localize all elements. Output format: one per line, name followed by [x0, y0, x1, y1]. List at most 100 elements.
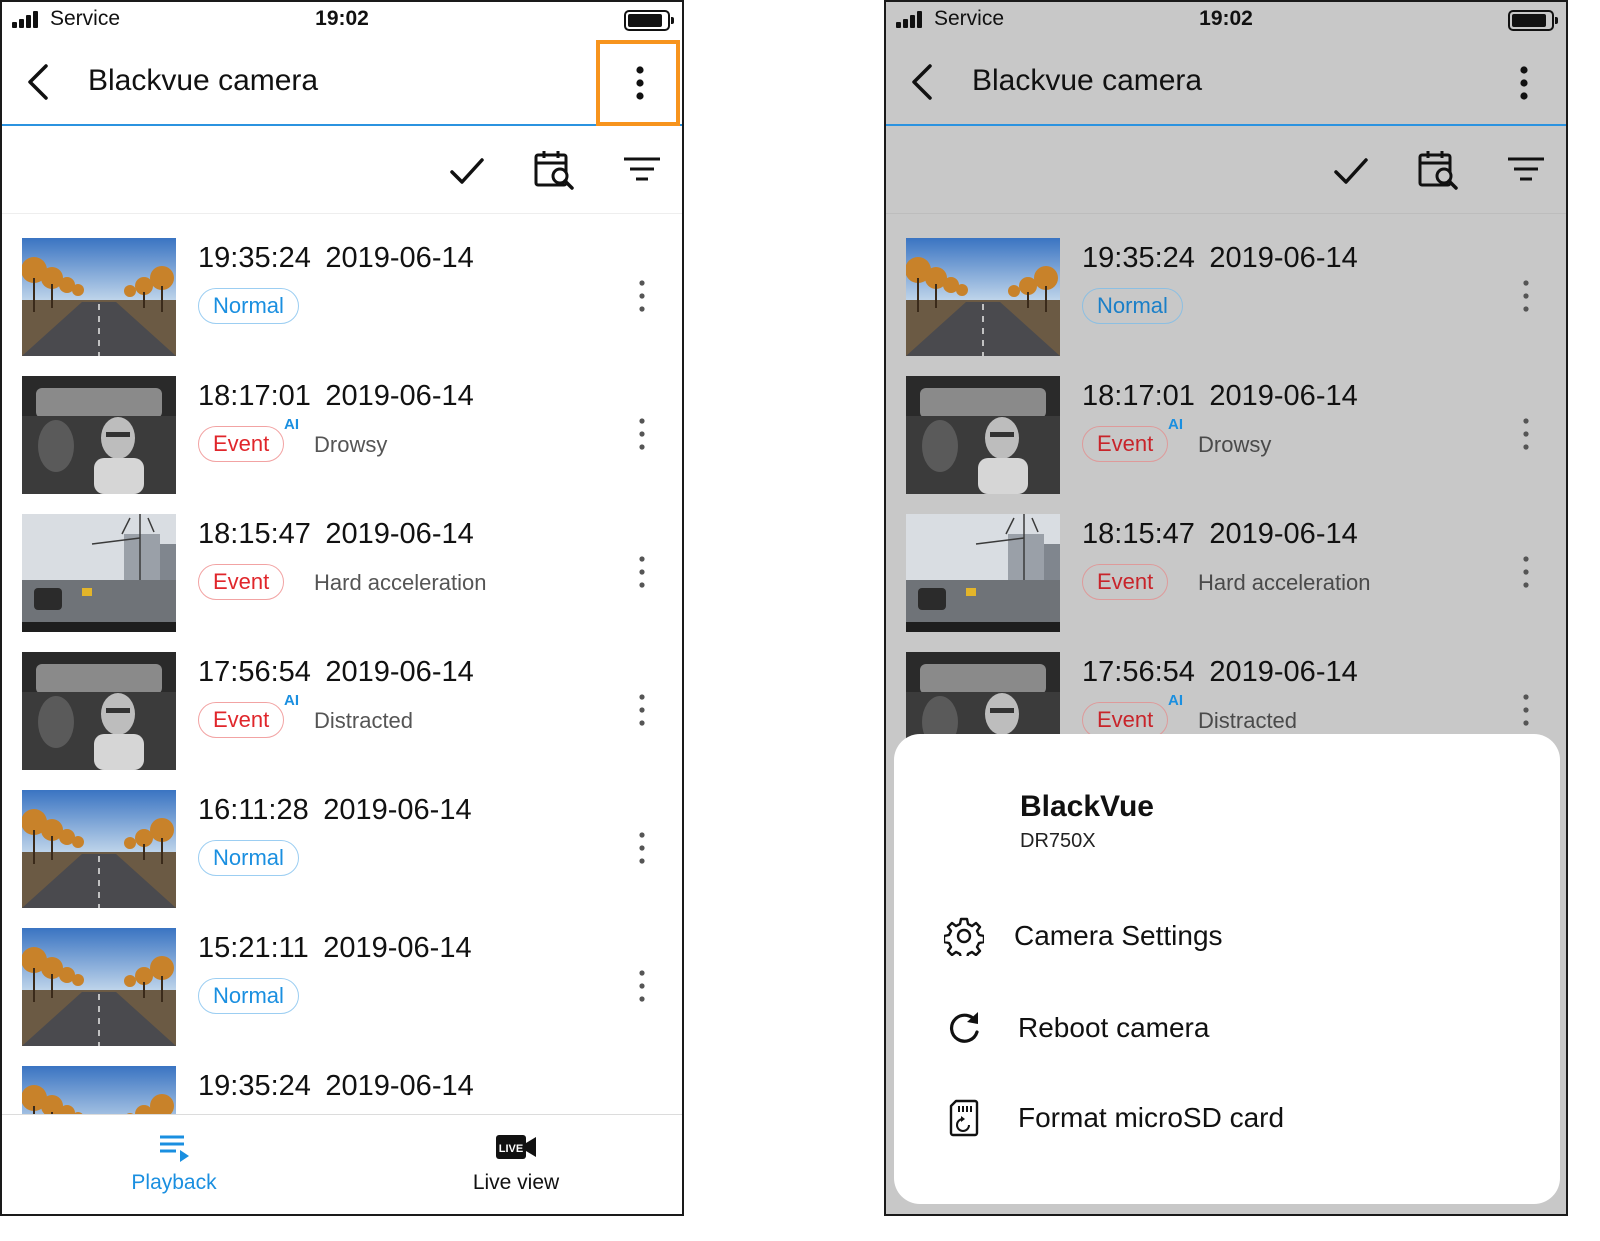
menu-reboot-label: Reboot camera	[1018, 1012, 1210, 1043]
event-badge: Event	[198, 702, 285, 738]
status-bar: Service 19:02	[886, 2, 1566, 40]
menu-format-sd-label: Format microSD card	[1018, 1102, 1285, 1133]
list-item[interactable]: 17:56:54 2019-06-14 Event AI Distracted	[2, 628, 682, 770]
event-description: Distracted	[314, 708, 414, 733]
row-more-icon[interactable]	[1520, 554, 1532, 590]
sheet-model-label: DR750X	[1020, 830, 1096, 852]
row-more-icon[interactable]	[636, 830, 648, 866]
filter-icon[interactable]	[620, 148, 664, 192]
video-thumbnail[interactable]	[22, 238, 176, 356]
list-item[interactable]: 15:21:11 2019-06-14 Normal	[2, 904, 682, 1046]
row-more-icon[interactable]	[636, 692, 648, 728]
select-check-icon[interactable]	[444, 148, 488, 192]
video-thumbnail[interactable]	[22, 928, 176, 1046]
recording-datetime: 18:17:01 2019-06-14	[198, 380, 474, 412]
thumbnail-road-image	[22, 238, 176, 356]
event-description: Distracted	[1198, 708, 1298, 733]
thumbnail-road-image	[906, 238, 1060, 356]
list-item[interactable]: 18:17:01 2019-06-14 Event AI Drowsy	[886, 352, 1566, 494]
phone-screen-right: Service 19:02 Blackvue camera 19:35:24 2…	[884, 0, 1568, 1216]
sheet-brand-title: BlackVue	[1020, 790, 1154, 823]
live-icon-text: LIVE	[499, 1143, 523, 1155]
thumbnail-road-image	[22, 928, 176, 1046]
calendar-search-icon[interactable]	[1416, 148, 1460, 192]
list-item[interactable]: 16:11:28 2019-06-14 Normal	[2, 766, 682, 908]
row-more-icon[interactable]	[1520, 416, 1532, 452]
thumbnail-cabin-image	[906, 376, 1060, 494]
video-thumbnail[interactable]	[22, 1066, 176, 1116]
normal-badge: Normal	[1082, 288, 1183, 324]
phone-screen-left: Service 19:02 Blackvue camera 19:35:24 2…	[0, 0, 684, 1216]
recording-datetime: 19:35:24 2019-06-14	[198, 242, 474, 274]
recording-datetime: 17:56:54 2019-06-14	[1082, 656, 1358, 688]
bottom-nav: Playback LIVE Live view	[2, 1114, 682, 1214]
menu-camera-settings[interactable]: Camera Settings	[944, 902, 1540, 972]
more-vertical-icon[interactable]	[1504, 58, 1544, 108]
live-camera-icon: LIVE	[496, 1135, 536, 1159]
nav-playback-label: Playback	[131, 1171, 217, 1194]
row-more-icon[interactable]	[636, 416, 648, 452]
normal-badge: Normal	[198, 288, 299, 324]
row-more-icon[interactable]	[636, 278, 648, 314]
normal-badge: Normal	[198, 840, 299, 876]
status-time: 19:02	[1199, 7, 1253, 30]
video-thumbnail[interactable]	[22, 790, 176, 908]
app-header: Blackvue camera	[2, 40, 682, 126]
battery-icon	[624, 10, 674, 31]
event-badge: Event	[1082, 564, 1169, 600]
back-arrow-icon[interactable]	[900, 58, 944, 106]
status-bar: Service 19:02	[2, 2, 682, 40]
menu-reboot-camera[interactable]: Reboot camera	[944, 994, 1540, 1064]
calendar-search-icon[interactable]	[532, 148, 576, 192]
recording-datetime: 18:15:47 2019-06-14	[198, 518, 474, 550]
filter-icon[interactable]	[1504, 148, 1548, 192]
list-item[interactable]: 18:15:47 2019-06-14 Event Hard acceleratio…	[2, 490, 682, 632]
event-description: Hard acceleration	[1198, 570, 1371, 595]
thumbnail-cabin-image	[22, 652, 176, 770]
recording-datetime: 16:11:28 2019-06-14	[198, 794, 472, 826]
thumbnail-street-image	[906, 514, 1060, 632]
row-more-icon[interactable]	[1520, 692, 1532, 728]
video-thumbnail[interactable]	[906, 376, 1060, 494]
nav-live-view[interactable]: LIVE Live view	[416, 1131, 616, 1195]
toolbar	[2, 128, 682, 214]
list-item[interactable]: 18:15:47 2019-06-14 Event Hard acceleratio…	[886, 490, 1566, 632]
list-item[interactable]: 19:35:24 2019-06-14	[2, 1042, 682, 1116]
refresh-icon	[950, 1012, 979, 1043]
highlight-box	[596, 40, 680, 126]
recording-datetime: 19:35:24 2019-06-14	[1082, 242, 1358, 274]
menu-camera-settings-label: Camera Settings	[1014, 920, 1223, 951]
row-more-icon[interactable]	[636, 968, 648, 1004]
nav-live-label: Live view	[472, 1171, 560, 1194]
gear-icon	[944, 917, 984, 956]
event-badge: Event	[198, 426, 285, 462]
normal-badge: Normal	[198, 978, 299, 1014]
video-thumbnail[interactable]	[22, 652, 176, 770]
menu-format-sd[interactable]: Format microSD card	[944, 1084, 1540, 1154]
recording-datetime: 15:21:11 2019-06-14	[198, 932, 472, 964]
video-thumbnail[interactable]	[906, 238, 1060, 356]
page-title: Blackvue camera	[88, 64, 319, 97]
list-item[interactable]: 19:35:24 2019-06-14 Normal	[886, 214, 1566, 356]
recording-datetime: 17:56:54 2019-06-14	[198, 656, 474, 688]
recording-datetime: 18:17:01 2019-06-14	[1082, 380, 1358, 412]
recording-datetime: 19:35:24 2019-06-14	[198, 1070, 474, 1102]
sd-card-icon	[949, 1099, 979, 1137]
thumbnail-road-image	[22, 1066, 176, 1116]
nav-playback[interactable]: Playback	[74, 1131, 274, 1195]
back-arrow-icon[interactable]	[16, 58, 60, 106]
event-badge: Event	[1082, 426, 1169, 462]
playback-list-icon	[160, 1135, 189, 1162]
video-thumbnail[interactable]	[22, 376, 176, 494]
toolbar	[886, 128, 1566, 214]
thumbnail-street-image	[22, 514, 176, 632]
row-more-icon[interactable]	[1520, 278, 1532, 314]
video-thumbnail[interactable]	[906, 514, 1060, 632]
list-item[interactable]: 19:35:24 2019-06-14 Normal	[2, 214, 682, 356]
list-item[interactable]: 18:17:01 2019-06-14 Event AI Drowsy	[2, 352, 682, 494]
event-badge: Event	[198, 564, 285, 600]
video-thumbnail[interactable]	[22, 514, 176, 632]
select-check-icon[interactable]	[1328, 148, 1372, 192]
row-more-icon[interactable]	[636, 554, 648, 590]
event-description: Drowsy	[314, 432, 388, 457]
